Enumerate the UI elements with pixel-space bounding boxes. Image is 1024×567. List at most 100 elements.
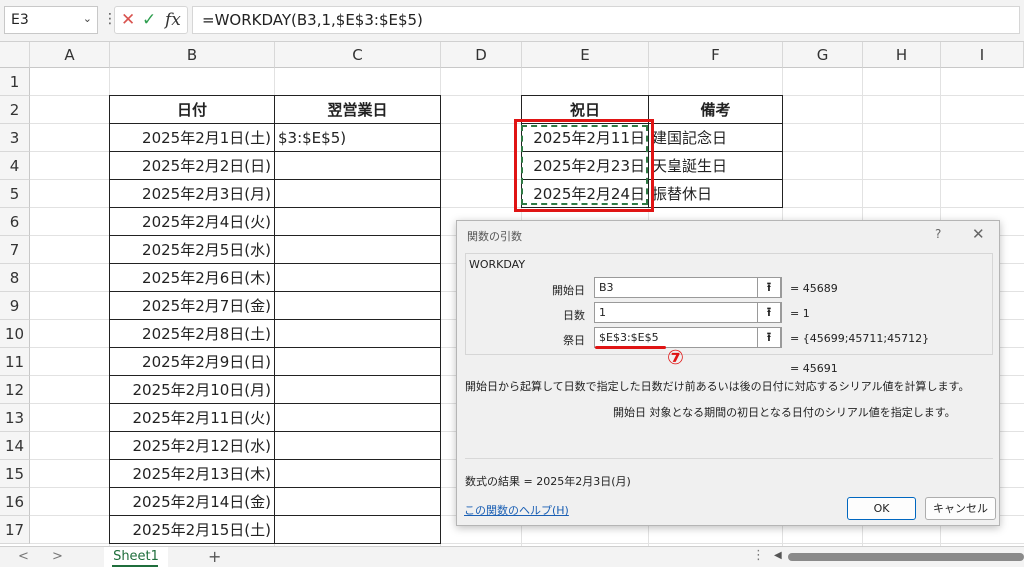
name-box[interactable]: E3 ⌄	[4, 6, 98, 34]
arg-result-holidays: = {45699;45711;45712}	[790, 332, 930, 345]
arg-label-holidays: 祭日	[563, 334, 585, 347]
date-cell[interactable]: 2025年2月3日(月)	[109, 179, 275, 208]
date-cell[interactable]: 2025年2月11日(火)	[109, 403, 275, 432]
row-header-14[interactable]: 14	[0, 432, 30, 460]
note-cell[interactable]: 天皇誕生日	[648, 151, 783, 180]
red-underline-annotation	[595, 346, 666, 349]
row-header-16[interactable]: 16	[0, 488, 30, 516]
date-cell[interactable]: 2025年2月13日(木)	[109, 459, 275, 488]
column-header-f[interactable]: F	[649, 42, 783, 68]
row-header-5[interactable]: 5	[0, 180, 30, 208]
cancel-x-icon[interactable]: ✕	[121, 10, 135, 30]
row-header-10[interactable]: 10	[0, 320, 30, 348]
column-header-a[interactable]: A	[30, 42, 110, 68]
collapse-dialog-icon[interactable]: ⭱	[757, 277, 781, 298]
ok-button[interactable]: OK	[847, 497, 916, 520]
date-cell[interactable]: 2025年2月15日(土)	[109, 515, 275, 544]
next-business-day-cell[interactable]	[274, 151, 441, 180]
step-number-annotation: ⑦	[667, 345, 684, 369]
note-cell[interactable]: 振替休日	[648, 179, 783, 208]
column-header-b[interactable]: B	[110, 42, 275, 68]
collapse-dialog-icon[interactable]: ⭱	[757, 327, 781, 348]
row-header-12[interactable]: 12	[0, 376, 30, 404]
add-sheet-icon[interactable]: +	[208, 547, 221, 566]
insert-function-icon[interactable]: fx	[165, 10, 181, 30]
row-header-7[interactable]: 7	[0, 236, 30, 264]
header-date[interactable]: 日付	[109, 95, 275, 124]
arg-input-start-date[interactable]: B3	[594, 277, 782, 298]
header-note[interactable]: 備考	[648, 95, 783, 124]
select-all-corner[interactable]	[0, 42, 30, 68]
formula-input[interactable]: =WORKDAY(B3,1,$E$3:$E$5)	[192, 6, 1020, 34]
collapse-dialog-icon[interactable]: ⭱	[757, 302, 781, 323]
next-business-day-cell[interactable]	[274, 431, 441, 460]
row-header-8[interactable]: 8	[0, 264, 30, 292]
next-business-day-cell[interactable]	[274, 291, 441, 320]
date-cell[interactable]: 2025年2月5日(水)	[109, 235, 275, 264]
horizontal-scrollbar[interactable]	[788, 553, 1024, 561]
function-name: WORKDAY	[469, 258, 526, 271]
argument-description: 開始日 対象となる期間の初日となる日付のシリアル値を指定します。	[613, 406, 956, 419]
row-header-11[interactable]: 11	[0, 348, 30, 376]
date-cell[interactable]: 2025年2月8日(土)	[109, 319, 275, 348]
column-header-h[interactable]: H	[863, 42, 941, 68]
divider	[465, 458, 993, 459]
cancel-button[interactable]: キャンセル	[925, 497, 996, 520]
next-business-day-cell[interactable]	[274, 459, 441, 488]
date-cell[interactable]: 2025年2月14日(金)	[109, 487, 275, 516]
row-header-3[interactable]: 3	[0, 124, 30, 152]
row-header-9[interactable]: 9	[0, 292, 30, 320]
row-header-6[interactable]: 6	[0, 208, 30, 236]
row-header-17[interactable]: 17	[0, 516, 30, 544]
formula-result: 数式の結果 = 2025年2月3日(月)	[465, 475, 631, 488]
date-cell[interactable]: 2025年2月4日(火)	[109, 207, 275, 236]
previous-sheet-icon[interactable]: <	[18, 549, 29, 564]
next-business-day-cell[interactable]	[274, 235, 441, 264]
next-sheet-icon[interactable]: >	[52, 549, 63, 564]
date-cell[interactable]: 2025年2月2日(日)	[109, 151, 275, 180]
row-header-1[interactable]: 1	[0, 68, 30, 96]
date-cell[interactable]: 2025年2月12日(水)	[109, 431, 275, 460]
next-business-day-cell[interactable]	[274, 515, 441, 544]
close-icon[interactable]: ✕	[972, 225, 985, 243]
arg-label-days: 日数	[563, 309, 585, 322]
row-header-2[interactable]: 2	[0, 96, 30, 124]
arg-input-days[interactable]: 1	[594, 302, 782, 323]
function-help-link[interactable]: この関数のヘルプ(H)	[464, 502, 569, 518]
date-cell[interactable]: 2025年2月7日(金)	[109, 291, 275, 320]
column-header-d[interactable]: D	[441, 42, 522, 68]
next-business-day-cell[interactable]	[274, 487, 441, 516]
row-header-15[interactable]: 15	[0, 460, 30, 488]
column-header-i[interactable]: I	[941, 42, 1024, 68]
sheet-tab-bar: < > Sheet1 + ⋮ ◀	[0, 546, 1024, 567]
date-cell[interactable]: 2025年2月6日(木)	[109, 263, 275, 292]
scroll-left-icon[interactable]: ◀	[774, 550, 782, 561]
check-icon[interactable]: ✓	[142, 10, 156, 30]
help-icon[interactable]: ?	[935, 227, 941, 241]
header-next-business-day[interactable]: 翌営業日	[274, 95, 441, 124]
next-business-day-cell[interactable]	[274, 263, 441, 292]
dialog-title: 関数の引数	[467, 230, 522, 243]
next-business-day-cell[interactable]	[274, 403, 441, 432]
next-business-day-cell[interactable]	[274, 319, 441, 348]
next-business-day-cell[interactable]: $3:$E$5)	[274, 123, 441, 152]
row-header-13[interactable]: 13	[0, 404, 30, 432]
next-business-day-cell[interactable]	[274, 375, 441, 404]
arg-input-holidays[interactable]: $E$3:$E$5	[594, 327, 782, 348]
formula-buttons: ✕ ✓ fx	[114, 6, 188, 34]
chevron-down-icon[interactable]: ⌄	[83, 12, 92, 25]
date-cell[interactable]: 2025年2月10日(月)	[109, 375, 275, 404]
note-cell[interactable]: 建国記念日	[648, 123, 783, 152]
sheet-tab[interactable]: Sheet1	[104, 547, 168, 567]
column-header-g[interactable]: G	[783, 42, 863, 68]
more-options-icon[interactable]: ⋮	[752, 548, 765, 563]
next-business-day-cell[interactable]	[274, 179, 441, 208]
column-header-c[interactable]: C	[275, 42, 441, 68]
column-header-e[interactable]: E	[522, 42, 649, 68]
date-cell[interactable]: 2025年2月1日(土)	[109, 123, 275, 152]
next-business-day-cell[interactable]	[274, 207, 441, 236]
next-business-day-cell[interactable]	[274, 347, 441, 376]
row-header-4[interactable]: 4	[0, 152, 30, 180]
range-selection-marquee	[521, 125, 648, 205]
date-cell[interactable]: 2025年2月9日(日)	[109, 347, 275, 376]
